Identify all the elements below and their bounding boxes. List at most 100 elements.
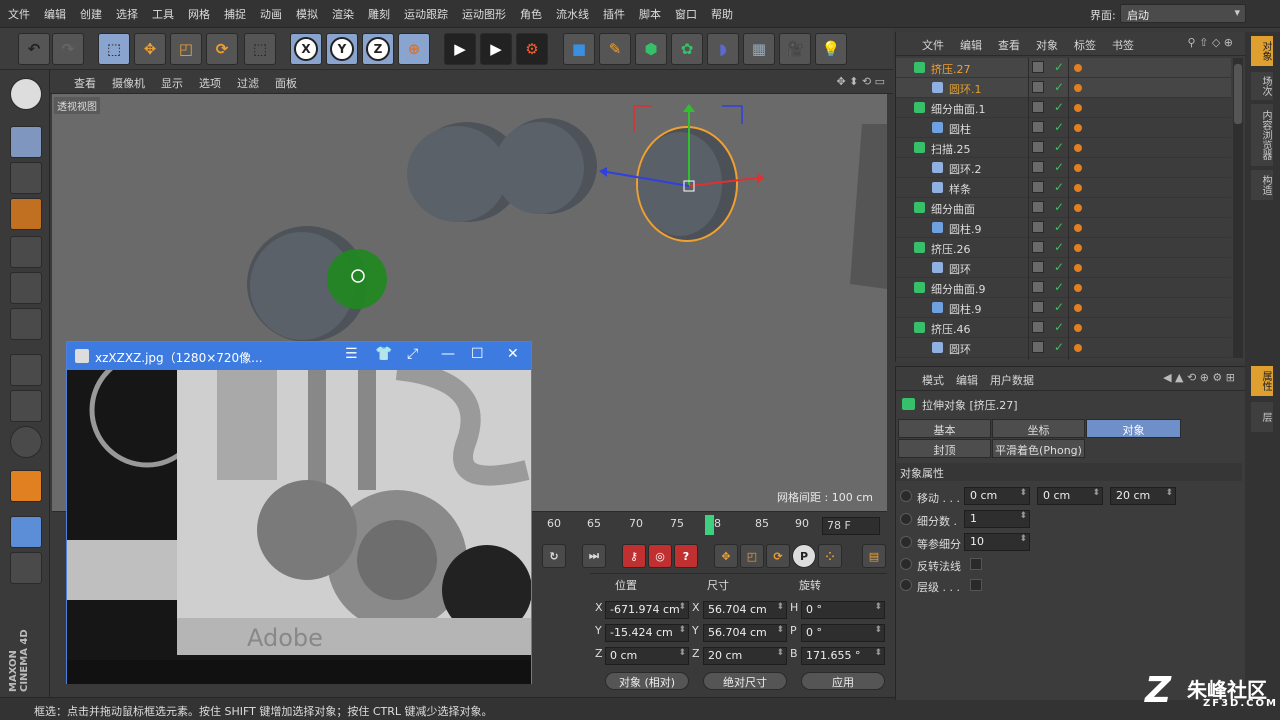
enabled-check-icon[interactable]: ✓ (1054, 240, 1064, 254)
object-name[interactable]: 扫描.25 (931, 141, 971, 157)
layer-flag[interactable] (1032, 221, 1044, 233)
side-tab[interactable]: 对象 (1251, 36, 1273, 66)
layer-flag[interactable] (1032, 301, 1044, 313)
menu-item[interactable]: 文件 (8, 6, 30, 22)
layer-flag[interactable] (1032, 101, 1044, 113)
rotation-field[interactable]: 0 ° (801, 601, 885, 619)
object-row[interactable]: 挤压.46 ✓ (896, 318, 1231, 338)
material-tag-icon[interactable] (1074, 164, 1082, 172)
object-row[interactable]: 扫描.25 ✓ (896, 138, 1231, 158)
material-tag-icon[interactable] (1074, 184, 1082, 192)
object-name[interactable]: 样条 (949, 181, 971, 197)
object-row[interactable]: 挤压.26 ✓ (896, 238, 1231, 258)
texture-mode-button[interactable] (10, 162, 42, 194)
menu-item[interactable]: 脚本 (639, 6, 661, 22)
move-y-field[interactable]: 0 cm (1037, 487, 1103, 505)
attribute-menu-item[interactable]: 用户数据 (990, 372, 1034, 390)
menu-item[interactable]: 插件 (603, 6, 625, 22)
menu-item[interactable]: 窗口 (675, 6, 697, 22)
menu-item[interactable]: 帮助 (711, 6, 733, 22)
layer-flag[interactable] (1032, 121, 1044, 133)
object-name[interactable]: 圆环 (949, 341, 971, 357)
enabled-check-icon[interactable]: ✓ (1054, 280, 1064, 294)
image-viewer-titlebar[interactable]: xzXZXZ.jpg（1280×720像... ☰ 👕 ⤢ — ☐ ✕ (67, 342, 531, 370)
material-tag-icon[interactable] (1074, 304, 1082, 312)
menu-item[interactable]: 创建 (80, 6, 102, 22)
object-row[interactable]: 细分曲面.1 ✓ (896, 98, 1231, 118)
enabled-check-icon[interactable]: ✓ (1054, 100, 1064, 114)
undo-button[interactable]: ↶ (18, 33, 50, 65)
object-manager-tool-icons[interactable]: ⚲ ⇧ ◇ ⊕ (1188, 36, 1233, 49)
attribute-nav-icons[interactable]: ◀ ▲ ⟲ ⊕ ⚙ ⊞ (1163, 371, 1235, 384)
object-name[interactable]: 圆环 (949, 261, 971, 277)
axis-z-lock-button[interactable]: Z (362, 33, 394, 65)
object-name[interactable]: 圆柱.9 (949, 221, 982, 237)
menu-item[interactable]: 运动图形 (462, 6, 506, 22)
material-tag-icon[interactable] (1074, 324, 1082, 332)
minimize-icon[interactable]: — (441, 346, 455, 362)
tab-coord[interactable]: 坐标 (992, 419, 1085, 438)
tab-caps[interactable]: 封顶 (898, 439, 991, 458)
tab-object[interactable]: 对象 (1086, 419, 1181, 438)
position-field[interactable]: -15.424 cm (605, 624, 689, 642)
object-name[interactable]: 圆环.2 (949, 161, 982, 177)
axis-mode-button[interactable] (10, 354, 42, 386)
enabled-check-icon[interactable]: ✓ (1054, 200, 1064, 214)
layer-flag[interactable] (1032, 281, 1044, 293)
layer-flag[interactable] (1032, 321, 1044, 333)
object-row[interactable]: 细分曲面.9 ✓ (896, 278, 1231, 298)
object-name[interactable]: 细分曲面 (931, 201, 975, 217)
render-settings-button[interactable]: ⚙ (516, 33, 548, 65)
enabled-check-icon[interactable]: ✓ (1054, 140, 1064, 154)
object-name[interactable]: 圆柱.9 (949, 301, 982, 317)
size-field[interactable]: 20 cm (703, 647, 787, 665)
enabled-check-icon[interactable]: ✓ (1054, 320, 1064, 334)
points-mode-button[interactable] (10, 236, 42, 268)
viewport-menu-item[interactable]: 过滤 (237, 75, 259, 91)
flip-normals-checkbox[interactable] (970, 558, 982, 570)
attribute-menu-item[interactable]: 模式 (922, 372, 944, 390)
layer-flag[interactable] (1032, 261, 1044, 273)
layer-flag[interactable] (1032, 241, 1044, 253)
enabled-check-icon[interactable]: ✓ (1054, 220, 1064, 234)
move-tool-button[interactable]: ✥ (134, 33, 166, 65)
object-name[interactable]: 细分曲面.1 (931, 101, 986, 117)
workplane-lock-button[interactable] (10, 516, 42, 548)
object-name[interactable]: 细分曲面.9 (931, 281, 986, 297)
layer-flag[interactable] (1032, 161, 1044, 173)
coordinate-system-button[interactable]: ⊕ (398, 33, 430, 65)
layer-flag[interactable] (1032, 81, 1044, 93)
side-tab[interactable]: 层 (1251, 402, 1273, 432)
rotate-tool-button[interactable]: ⟳ (206, 33, 238, 65)
live-selection-button[interactable]: ⬚ (98, 33, 130, 65)
object-list-scrollbar[interactable] (1233, 58, 1243, 358)
axis-x-lock-button[interactable]: X (290, 33, 322, 65)
position-field[interactable]: 0 cm (605, 647, 689, 665)
side-tab[interactable]: 场次 (1251, 72, 1273, 100)
material-tag-icon[interactable] (1074, 204, 1082, 212)
viewport-menu-item[interactable]: 选项 (199, 75, 221, 91)
menu-item[interactable]: 选择 (116, 6, 138, 22)
floor-object-button[interactable]: ▦ (743, 33, 775, 65)
object-menu-item[interactable]: 书签 (1112, 37, 1134, 55)
object-name[interactable]: 圆柱 (949, 121, 971, 137)
fullscreen-icon[interactable]: ⤢ (407, 346, 418, 362)
go-to-end-button[interactable]: ⏭ (582, 544, 606, 568)
menu-item[interactable]: 动画 (260, 6, 282, 22)
model-mode-button[interactable] (10, 126, 42, 158)
menu-item[interactable]: 流水线 (556, 6, 589, 22)
axis-y-lock-button[interactable]: Y (326, 33, 358, 65)
material-tag-icon[interactable] (1074, 104, 1082, 112)
layer-flag[interactable] (1032, 181, 1044, 193)
snap-button[interactable] (10, 426, 42, 458)
viewport-menu-item[interactable]: 显示 (161, 75, 183, 91)
record-keyframe-button[interactable]: ⚷ (622, 544, 646, 568)
edges-mode-button[interactable] (10, 272, 42, 304)
object-row[interactable]: 圆环.1 ✓ (896, 78, 1231, 98)
size-field[interactable]: 56.704 cm (703, 624, 787, 642)
loop-button[interactable]: ↻ (542, 544, 566, 568)
menu-item[interactable]: 捕捉 (224, 6, 246, 22)
key-parameter-button[interactable]: P (792, 544, 816, 568)
coord-mode-dropdown[interactable]: 对象 (相对) (605, 672, 689, 690)
menu-item[interactable]: 雕刻 (368, 6, 390, 22)
